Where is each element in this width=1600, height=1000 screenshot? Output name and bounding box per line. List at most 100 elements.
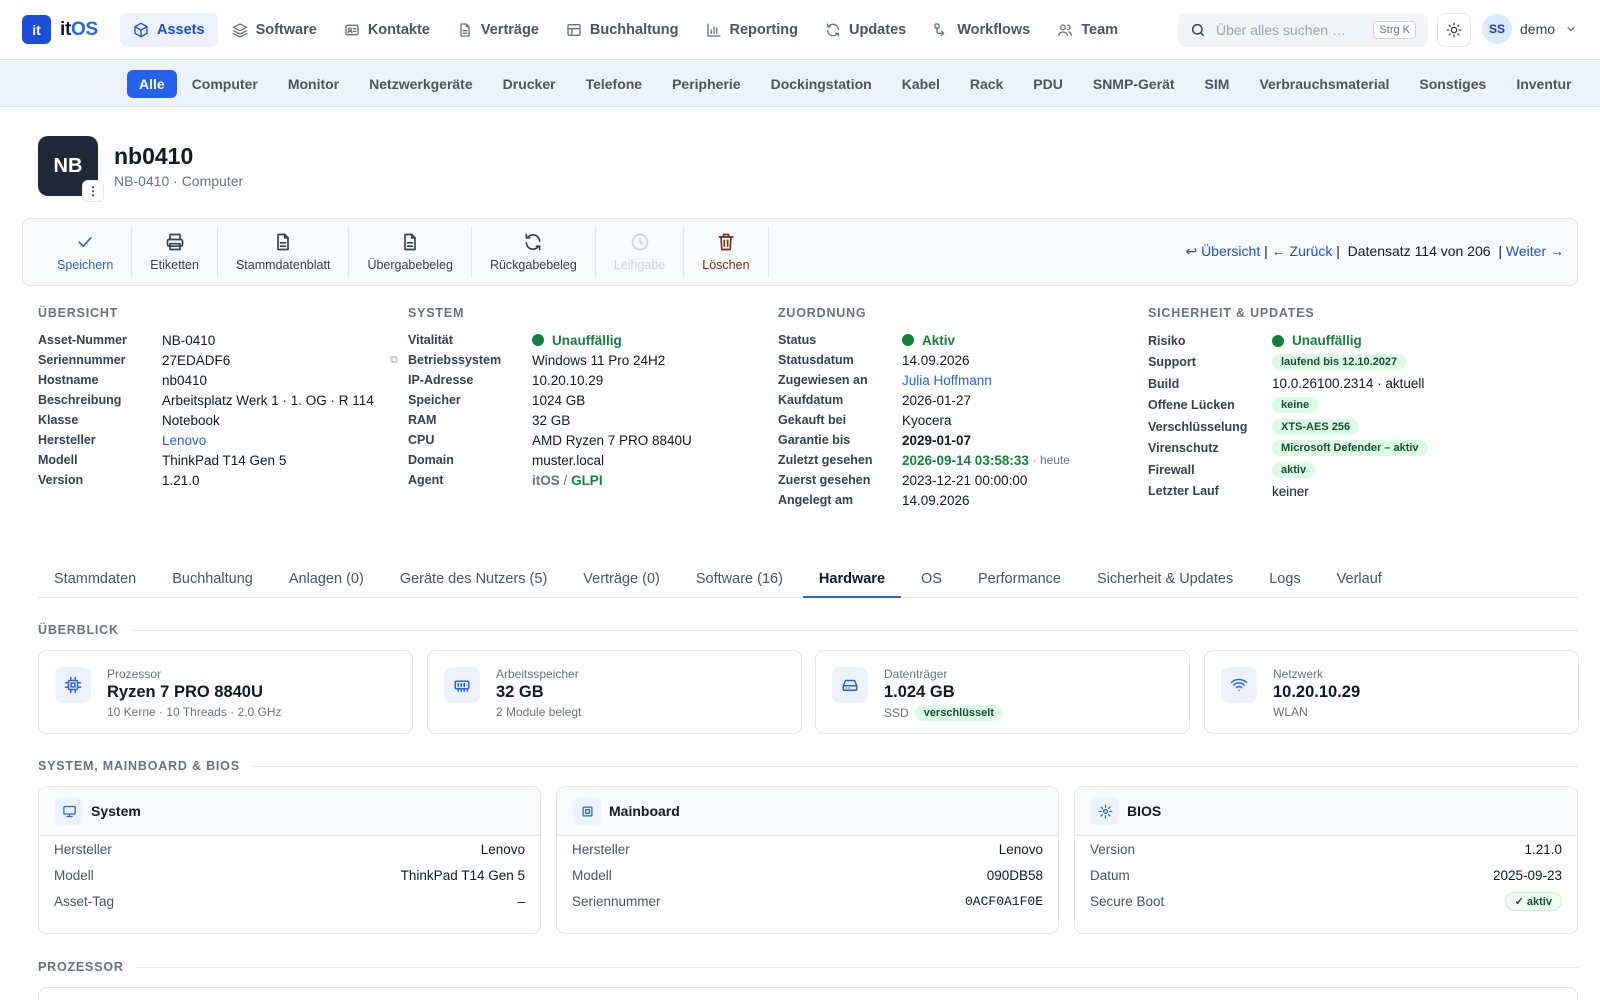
filter-drucker[interactable]: Drucker: [488, 70, 571, 98]
filter-snmp-geraet[interactable]: SNMP-Gerät: [1078, 70, 1190, 98]
memory-icon: [454, 680, 470, 692]
detail-tabs: Stammdaten Buchhaltung Anlagen (0) Gerät…: [38, 565, 1578, 598]
nav-kontakte[interactable]: Kontakte: [331, 13, 443, 47]
app-logo[interactable]: it itOS: [22, 15, 120, 44]
status-badge: laufend bis 12.10.2027: [1272, 354, 1407, 371]
handover-receipt-button[interactable]: Übergabebeleg: [349, 226, 472, 278]
field-row: Support laufend bis 12.10.2027: [1148, 352, 1508, 374]
cube-icon: [134, 22, 148, 37]
filter-verbrauchsmaterial[interactable]: Verbrauchsmaterial: [1244, 70, 1404, 98]
field-row: Gekauft bei Kyocera: [778, 412, 952, 428]
filter-kabel[interactable]: Kabel: [887, 70, 955, 98]
asset-more-button[interactable]: ⋮: [82, 180, 104, 202]
memory-summary-card: Arbeitsspeicher 32 GB 2 Module belegt: [427, 650, 802, 734]
nav-assets[interactable]: Assets: [120, 12, 218, 47]
field-row: Domain muster.local: [408, 452, 605, 468]
tab-anlagen[interactable]: Anlagen (0): [273, 565, 380, 598]
refresh-icon: [826, 22, 839, 37]
bios-panel: BIOS Version 1.21.0 Datum 2025-09-23 Secur…: [1074, 786, 1578, 934]
wifi-icon: [1230, 678, 1248, 691]
loan-button: Leihgabe: [596, 226, 685, 278]
status-dot: [902, 334, 914, 346]
tab-vertraege[interactable]: Verträge (0): [567, 565, 676, 598]
back-link[interactable]: ← Zurück: [1272, 243, 1333, 259]
overview-link[interactable]: ↩ Übersicht: [1185, 243, 1260, 259]
tab-sicherheit-updates[interactable]: Sicherheit & Updates: [1081, 565, 1249, 598]
section-title: ÜBERSICHT: [38, 306, 119, 320]
copy-icon[interactable]: ⧉: [390, 354, 398, 367]
document-icon: [277, 233, 290, 251]
asset-header: NB ⋮ nb0410 NB-0410 · Computer: [38, 136, 243, 202]
status-badge: Aktiv: [922, 332, 956, 348]
record-counter: Datensatz 114 von 206: [1347, 243, 1491, 259]
filter-peripherie[interactable]: Peripherie: [657, 70, 755, 98]
filter-rack[interactable]: Rack: [955, 70, 1018, 98]
filter-netzwerkgeraete[interactable]: Netzwerkgeräte: [354, 70, 488, 98]
search-shortcut: Strg K: [1373, 21, 1416, 39]
tab-performance[interactable]: Performance: [962, 565, 1077, 598]
filter-telefone[interactable]: Telefone: [571, 70, 658, 98]
field-row: Speicher 1024 GB: [408, 392, 586, 408]
labels-button[interactable]: Etiketten: [132, 226, 218, 278]
search-input[interactable]: [1216, 22, 1371, 38]
system-section: SYSTEM Vitalität Unauffällig Betriebssyst…: [408, 306, 768, 490]
field-row: Statusdatum 14.09.2026: [778, 352, 970, 368]
global-search[interactable]: Strg K: [1178, 13, 1428, 47]
nav-buchhaltung[interactable]: Buchhaltung: [553, 13, 692, 47]
clock-icon: [631, 233, 648, 251]
filter-alle[interactable]: Alle: [127, 69, 177, 98]
assigned-user-link[interactable]: Julia Hoffmann: [902, 373, 992, 388]
return-receipt-button[interactable]: Rückgabebeleg: [472, 226, 596, 278]
security-section: SICHERHEIT & UPDATES Risiko Unauffällig S…: [1148, 306, 1508, 502]
tab-geraete-des-nutzers[interactable]: Geräte des Nutzers (5): [384, 565, 563, 598]
tab-software[interactable]: Software (16): [680, 565, 799, 598]
field-row: Zuerst gesehen 2023-12-21 00:00:00: [778, 472, 1028, 488]
filter-computer[interactable]: Computer: [177, 70, 273, 98]
status-dot: [532, 334, 544, 346]
cpu-icon: [64, 676, 82, 694]
asset-type-badge: NB ⋮: [38, 136, 104, 202]
filter-sonstiges[interactable]: Sonstiges: [1404, 70, 1501, 98]
secure-boot-badge: ✓ aktiv: [1504, 891, 1562, 911]
save-button[interactable]: Speichern: [39, 226, 133, 278]
field-row: Verschlüsselung XTS-AES 256: [1148, 416, 1508, 438]
field-row: Firewall aktiv: [1148, 459, 1508, 481]
storage-summary-card: Datenträger 1.024 GB SSD verschlüsselt: [815, 650, 1190, 734]
processor-panel: [38, 987, 1578, 1000]
manufacturer-link[interactable]: Lenovo: [162, 433, 206, 448]
nav-vertraege[interactable]: Verträge: [444, 13, 552, 47]
tab-os[interactable]: OS: [905, 565, 958, 598]
tab-verlauf[interactable]: Verlauf: [1321, 565, 1398, 598]
nav-updates[interactable]: Updates: [812, 13, 919, 47]
tab-buchhaltung[interactable]: Buchhaltung: [156, 565, 269, 598]
action-toolbar: Speichern Etiketten Stammdatenblatt Über…: [22, 218, 1578, 286]
delete-button[interactable]: Löschen: [684, 226, 769, 278]
filter-sim[interactable]: SIM: [1190, 70, 1245, 98]
theme-toggle-button[interactable]: [1437, 13, 1471, 47]
user-menu[interactable]: SS demo: [1482, 14, 1577, 44]
layers-icon: [232, 22, 247, 38]
field-row: Offene Lücken keine: [1148, 395, 1508, 417]
filter-monitor[interactable]: Monitor: [273, 70, 354, 98]
search-icon: [1191, 23, 1205, 37]
nav-reporting[interactable]: Reporting: [693, 13, 811, 47]
nav-software[interactable]: Software: [219, 13, 330, 47]
section-heading: ÜBERBLICK: [38, 623, 1578, 637]
field-row: Betriebssystem Windows 11 Pro 24H2: [408, 352, 666, 368]
tab-stammdaten[interactable]: Stammdaten: [38, 565, 152, 598]
tab-logs[interactable]: Logs: [1253, 565, 1316, 598]
filter-pdu[interactable]: PDU: [1018, 70, 1078, 98]
next-link[interactable]: Weiter →: [1506, 243, 1564, 259]
filter-inventur[interactable]: Inventur: [1501, 70, 1586, 98]
field-row: Seriennummer 27EDADF6 ⧉: [38, 352, 398, 368]
filter-dockingstation[interactable]: Dockingstation: [756, 70, 887, 98]
section-title: SYSTEM: [408, 306, 465, 320]
status-badge: keine: [1272, 397, 1319, 414]
section-title: ZUORDNUNG: [778, 306, 867, 320]
field-row: Status Aktiv: [778, 332, 956, 348]
tab-hardware[interactable]: Hardware: [802, 565, 902, 598]
master-data-sheet-button[interactable]: Stammdatenblatt: [218, 226, 350, 278]
nav-team[interactable]: Team: [1044, 13, 1131, 47]
chevron-down-icon: [1567, 26, 1575, 32]
nav-workflows[interactable]: Workflows: [920, 13, 1043, 47]
